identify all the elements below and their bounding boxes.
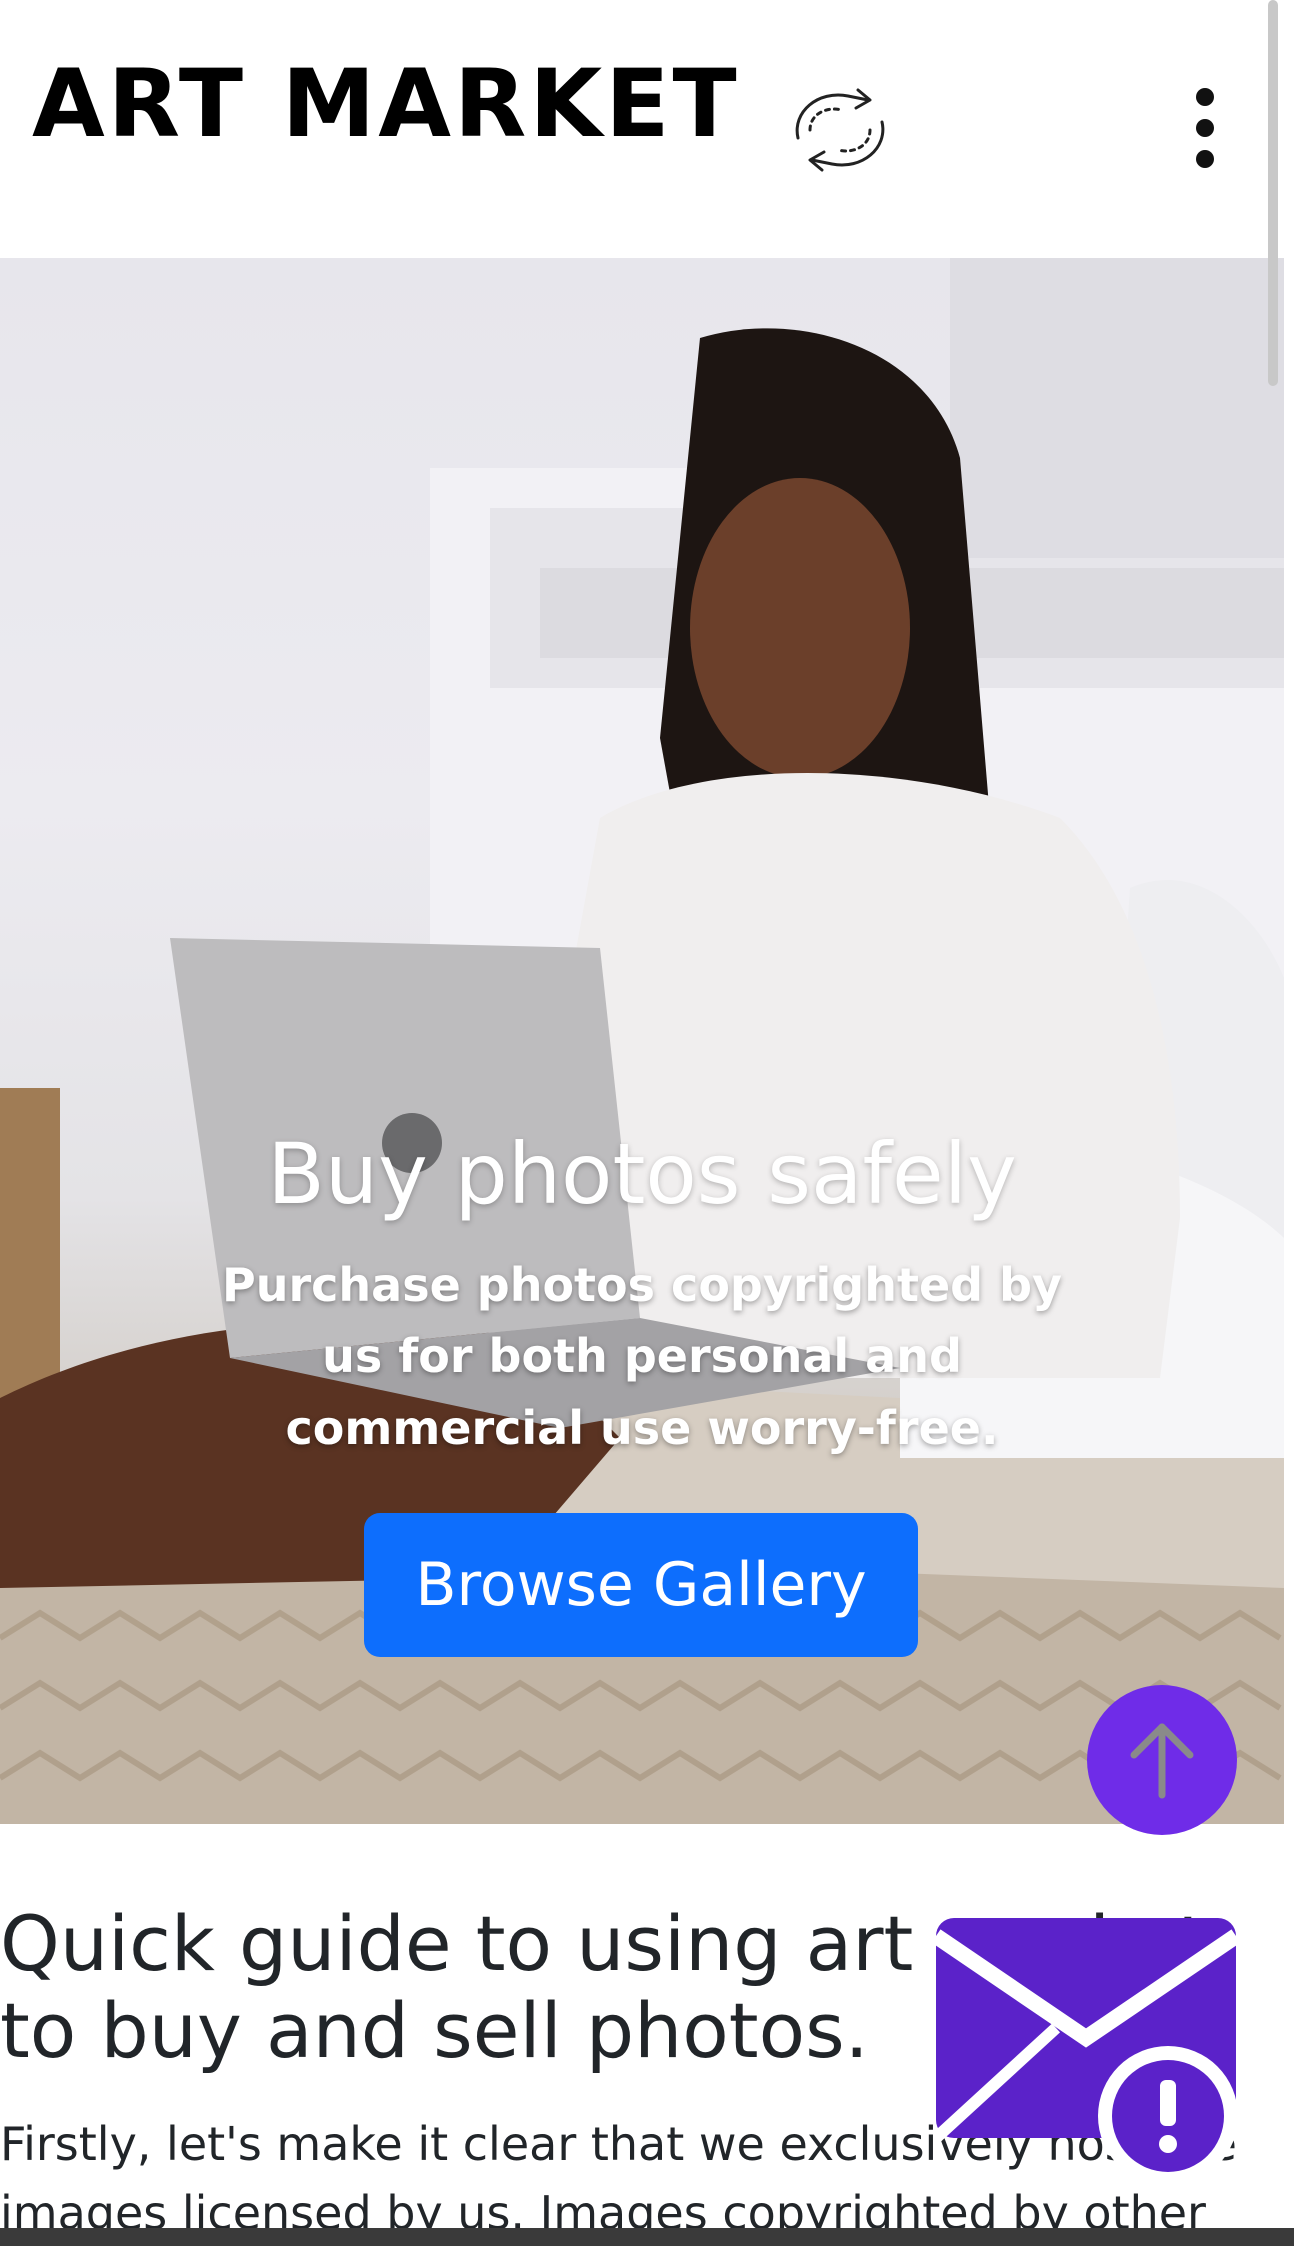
- kebab-menu-icon[interactable]: [1180, 78, 1230, 178]
- bottom-system-bar: [0, 2228, 1294, 2246]
- site-header: ART MARKET: [0, 0, 1270, 258]
- menu-dot: [1196, 119, 1214, 137]
- brand-logo-text[interactable]: ART MARKET: [32, 58, 740, 152]
- hero-banner: Buy photos safely Purchase photos copyri…: [0, 258, 1284, 1824]
- hero-title: Buy photos safely: [267, 1125, 1017, 1223]
- browse-gallery-button[interactable]: Browse Gallery: [364, 1513, 918, 1657]
- hero-subtitle: Purchase photos copyrighted by us for bo…: [221, 1258, 1063, 1455]
- page-scrollbar[interactable]: [1268, 0, 1278, 386]
- sync-arrows-icon[interactable]: [770, 60, 910, 200]
- arrow-up-icon: [1130, 1723, 1194, 1799]
- scroll-to-top-button[interactable]: [1087, 1685, 1237, 1835]
- menu-dot: [1196, 88, 1214, 106]
- mail-alert-icon[interactable]: [936, 1918, 1246, 2188]
- menu-dot: [1196, 150, 1214, 168]
